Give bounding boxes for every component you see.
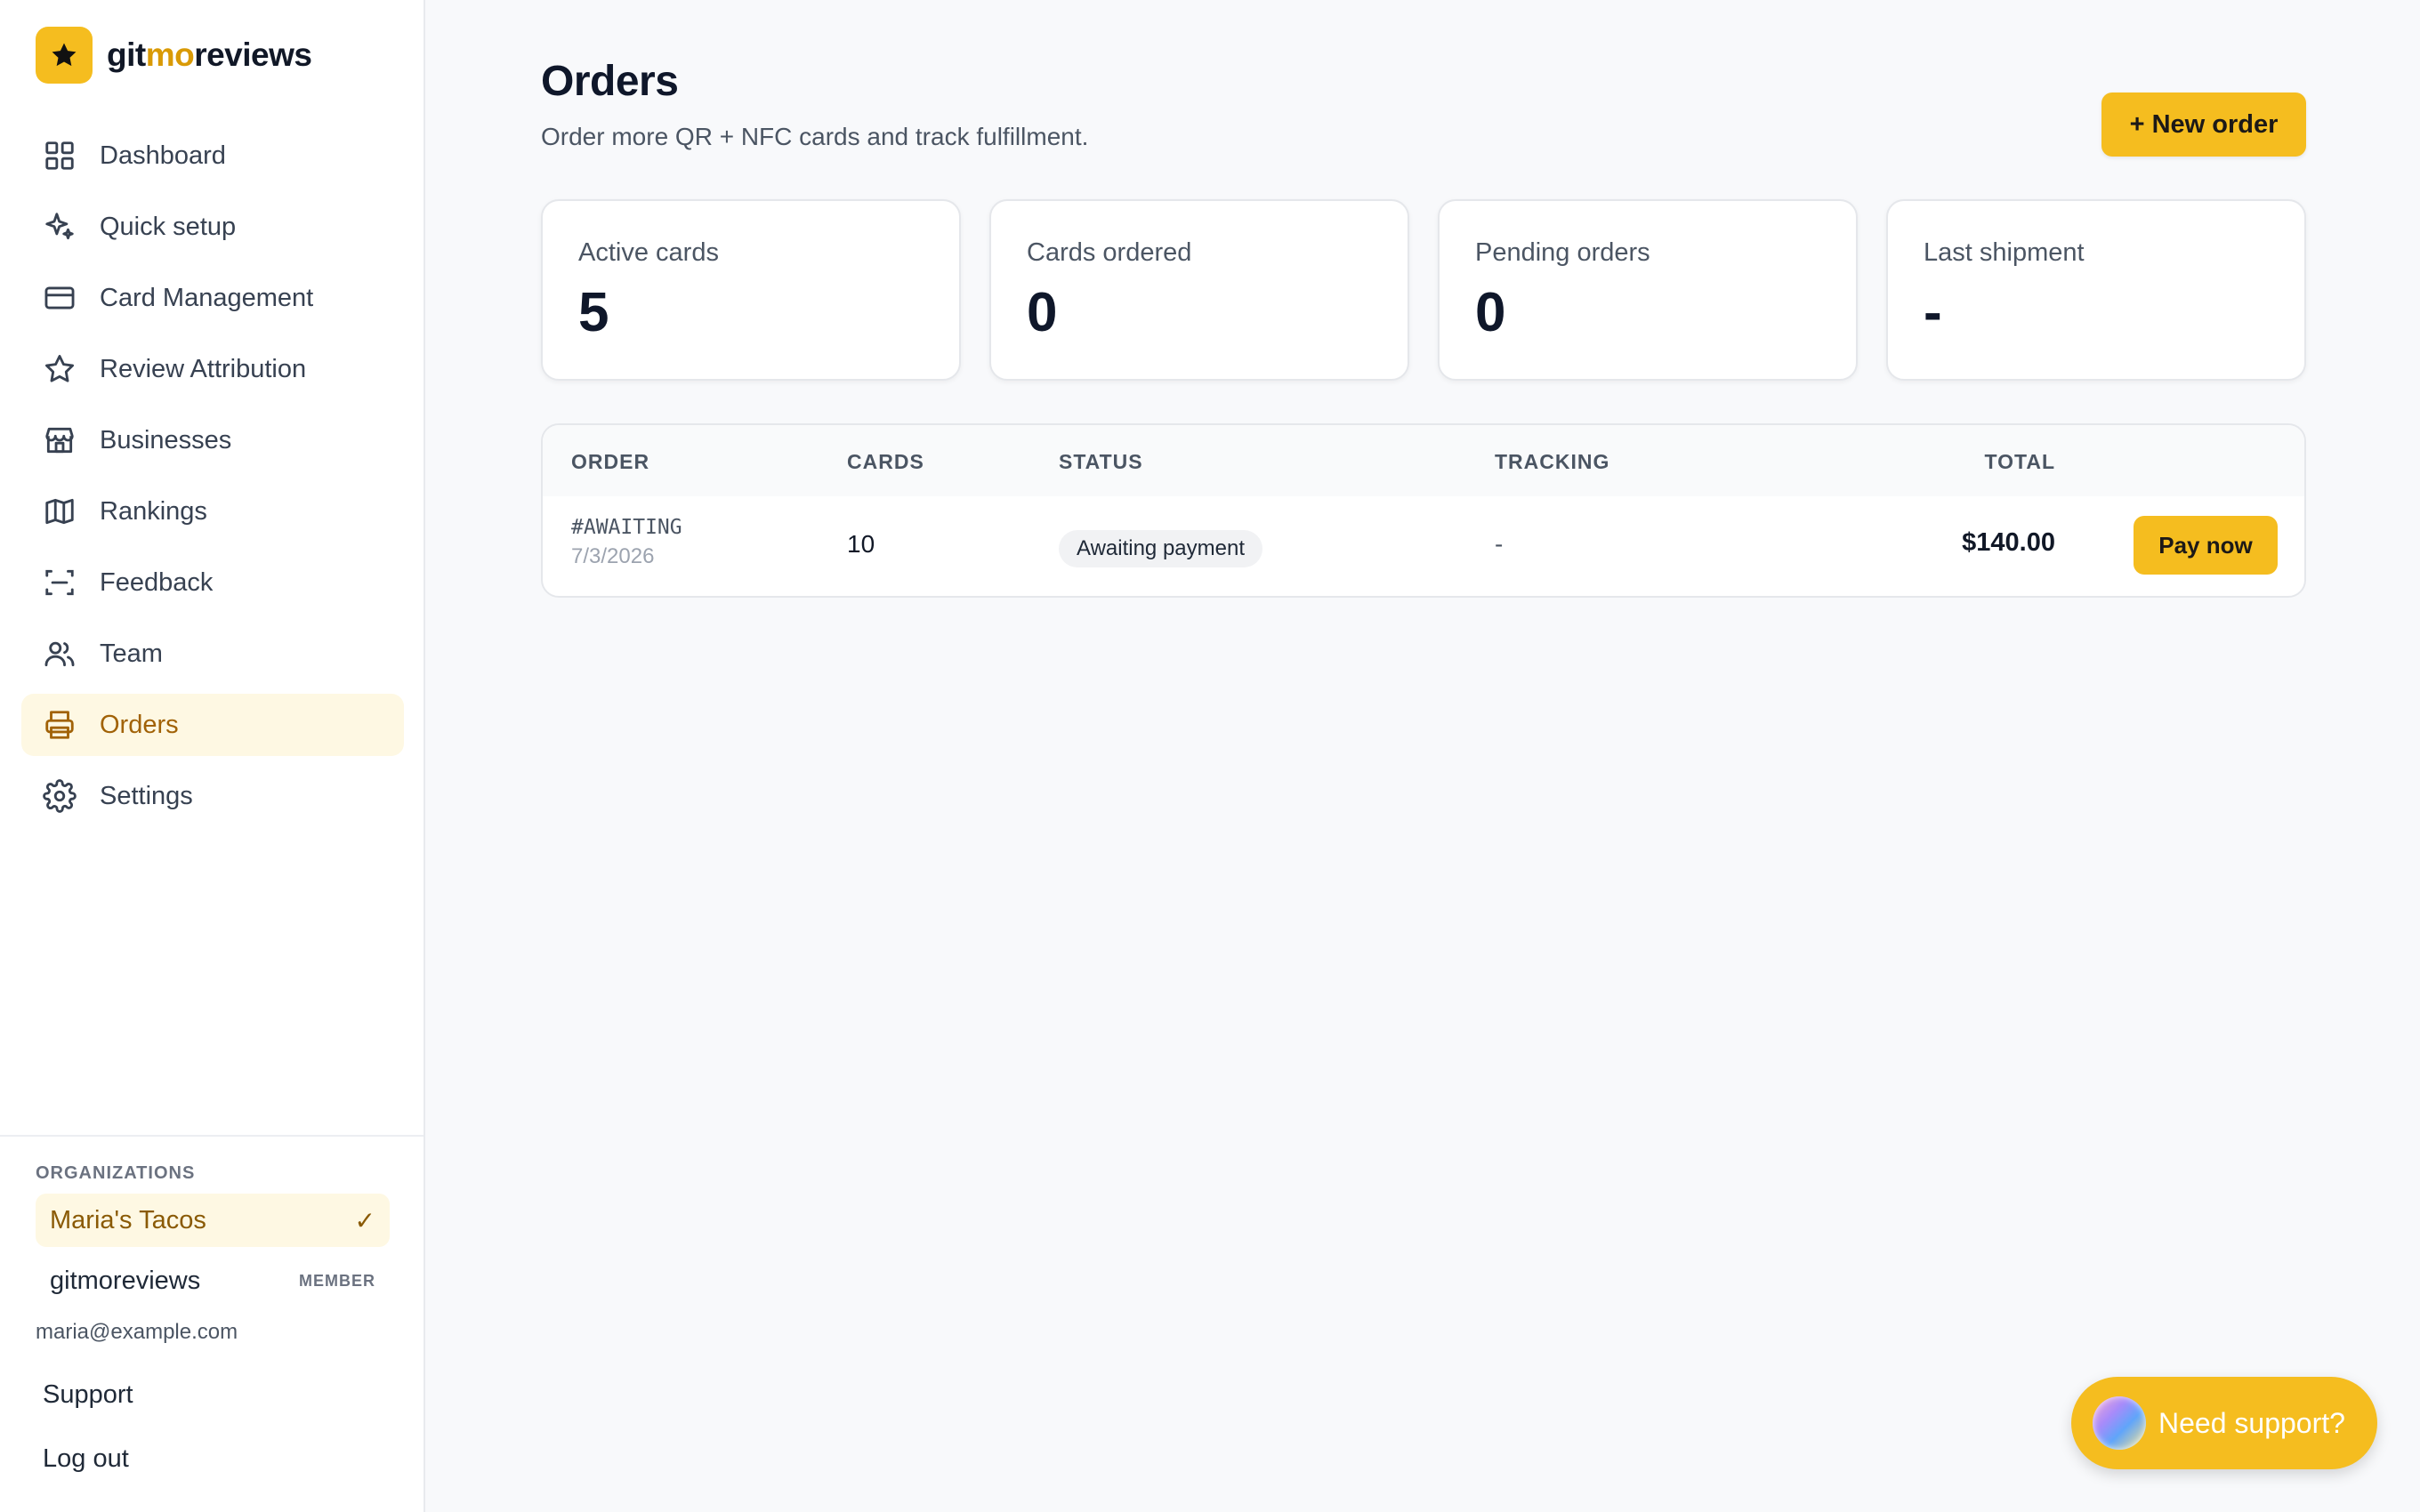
star-icon bbox=[45, 355, 74, 382]
column-header-status: STATUS bbox=[1059, 450, 1143, 473]
org-role-badge: MEMBER bbox=[299, 1271, 375, 1290]
column-header-tracking: TRACKING bbox=[1495, 450, 1610, 473]
sparkles-icon bbox=[45, 213, 74, 240]
gear-icon bbox=[43, 779, 77, 813]
column-header-total: TOTAL bbox=[1984, 450, 2055, 473]
column-header-cards: CARDS bbox=[847, 450, 924, 473]
map-icon bbox=[45, 498, 74, 525]
sidebar-item-orders[interactable]: Orders bbox=[21, 694, 404, 756]
star-logo-icon bbox=[36, 27, 93, 84]
sidebar-item-settings[interactable]: Settings bbox=[21, 765, 404, 827]
user-email: maria@example.com bbox=[36, 1320, 238, 1344]
store-icon bbox=[45, 427, 74, 454]
logout-link[interactable]: Log out bbox=[43, 1444, 129, 1474]
scan-icon bbox=[45, 569, 74, 596]
stat-value: - bbox=[1924, 282, 1942, 343]
stat-label: Last shipment bbox=[1924, 238, 2085, 267]
sidebar-item-label: Orders bbox=[100, 710, 179, 739]
stat-card-pending-orders: Pending orders 0 bbox=[1438, 199, 1858, 381]
stat-label: Pending orders bbox=[1475, 238, 1650, 267]
order-cards-count: 10 bbox=[847, 530, 875, 558]
org-item[interactable]: gitmoreviews MEMBER bbox=[36, 1254, 390, 1307]
sidebar-item-label: Dashboard bbox=[100, 141, 226, 170]
sidebar-item-label: Team bbox=[100, 639, 163, 668]
sidebar-nav: Dashboard Quick setup Card Management Re… bbox=[21, 125, 404, 836]
sidebar-item-review-attribution[interactable]: Review Attribution bbox=[21, 338, 404, 400]
page-title: Orders bbox=[541, 58, 679, 105]
stat-card-cards-ordered: Cards ordered 0 bbox=[989, 199, 1409, 381]
stat-value: 0 bbox=[1475, 282, 1506, 343]
orders-table: ORDER CARDS STATUS TRACKING TOTAL #AWAIT… bbox=[541, 423, 2306, 598]
sidebar-item-label: Businesses bbox=[100, 425, 232, 454]
new-order-button[interactable]: + New order bbox=[2101, 92, 2306, 157]
check-icon: ✓ bbox=[354, 1206, 375, 1235]
organizations-section: ORGANIZATIONS Maria's Tacos ✓ gitmorevie… bbox=[0, 1135, 424, 1473]
printer-icon bbox=[45, 711, 74, 739]
table-row: #AWAITING 7/3/2026 10 Awaiting payment -… bbox=[543, 496, 2304, 596]
pay-now-button[interactable]: Pay now bbox=[2134, 516, 2278, 575]
sidebar-item-label: Feedback bbox=[100, 567, 214, 597]
org-item-selected[interactable]: Maria's Tacos ✓ bbox=[36, 1194, 390, 1247]
support-chat-label: Need support? bbox=[2158, 1406, 2345, 1439]
order-tracking: - bbox=[1495, 530, 1504, 558]
sidebar-item-rankings[interactable]: Rankings bbox=[21, 480, 404, 543]
sidebar-item-businesses[interactable]: Businesses bbox=[21, 409, 404, 471]
order-total: $140.00 bbox=[1962, 528, 2055, 557]
stat-label: Cards ordered bbox=[1027, 238, 1192, 267]
organizations-heading: ORGANIZATIONS bbox=[36, 1163, 196, 1183]
table-header: ORDER CARDS STATUS TRACKING TOTAL bbox=[543, 425, 2304, 496]
status-badge: Awaiting payment bbox=[1059, 530, 1262, 567]
sidebar-item-label: Card Management bbox=[100, 283, 314, 312]
support-chat-button[interactable]: Need support? bbox=[2071, 1377, 2377, 1469]
stat-value: 0 bbox=[1027, 282, 1058, 343]
sidebar-item-team[interactable]: Team bbox=[21, 623, 404, 685]
users-icon bbox=[44, 641, 75, 667]
support-link[interactable]: Support bbox=[43, 1380, 133, 1410]
stat-card-active-cards: Active cards 5 bbox=[541, 199, 961, 381]
sidebar-item-dashboard[interactable]: Dashboard bbox=[21, 125, 404, 187]
brand-name: gitmoreviews bbox=[107, 36, 312, 73]
order-id: #AWAITING bbox=[571, 516, 682, 539]
order-date: 7/3/2026 bbox=[571, 544, 655, 568]
sidebar-item-label: Review Attribution bbox=[100, 354, 307, 383]
page-subtitle: Order more QR + NFC cards and track fulf… bbox=[541, 123, 1089, 150]
sidebar-item-quick-setup[interactable]: Quick setup bbox=[21, 196, 404, 258]
stat-label: Active cards bbox=[578, 238, 719, 267]
sidebar-item-label: Quick setup bbox=[100, 212, 237, 241]
sidebar-item-card-management[interactable]: Card Management bbox=[21, 267, 404, 329]
grid-icon bbox=[45, 141, 74, 170]
stat-value: 5 bbox=[578, 282, 609, 343]
column-header-order: ORDER bbox=[571, 450, 650, 473]
credit-card-icon bbox=[44, 286, 75, 310]
org-name: Maria's Tacos bbox=[50, 1205, 206, 1235]
stat-card-last-shipment: Last shipment - bbox=[1886, 199, 2306, 381]
org-name: gitmoreviews bbox=[50, 1266, 201, 1295]
sidebar-item-label: Settings bbox=[100, 781, 193, 810]
sidebar-item-label: Rankings bbox=[100, 496, 207, 526]
brand-logo[interactable]: gitmoreviews bbox=[36, 27, 312, 84]
chat-orb-icon bbox=[2093, 1396, 2146, 1450]
sidebar-item-feedback[interactable]: Feedback bbox=[21, 551, 404, 614]
sidebar: gitmoreviews Dashboard Quick setup Card … bbox=[0, 0, 425, 1512]
